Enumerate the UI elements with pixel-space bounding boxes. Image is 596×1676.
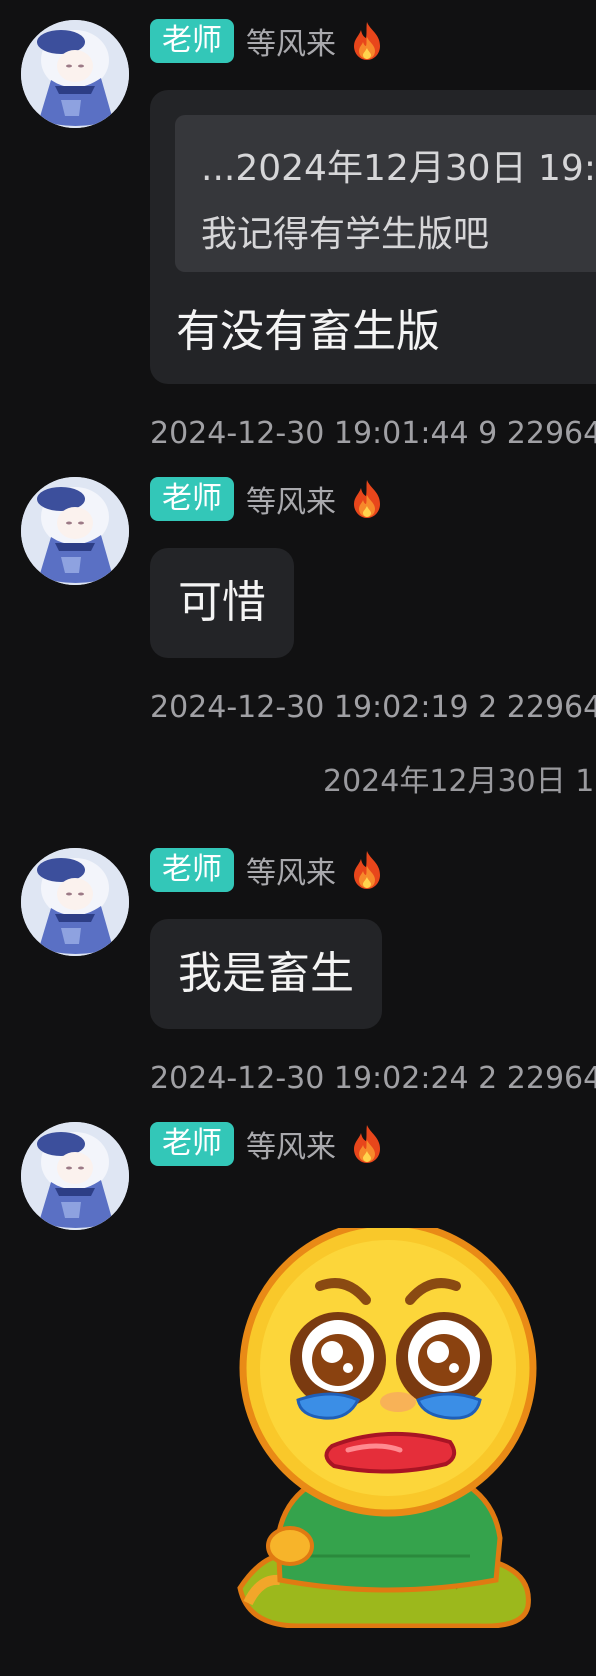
fire-icon [350,479,384,519]
message-text: 可惜 [178,577,266,628]
message-header: 老师 等风来 [150,847,384,893]
message-header: 老师 等风来 [150,1121,384,1167]
avatar-image [21,848,129,956]
quote-header: ...2024年12月30日 19: [201,148,596,189]
sender-name[interactable]: 等风来 [246,19,336,63]
role-badge: 老师 [150,1122,234,1166]
role-badge: 老师 [150,477,234,521]
avatar-image [21,20,129,128]
sender-name[interactable]: 等风来 [246,477,336,521]
quote-text: 我记得有学生版吧 [201,214,490,255]
message-bubble[interactable]: 可惜 [150,548,294,658]
avatar-image [21,477,129,585]
sender-name[interactable]: 等风来 [246,1122,336,1166]
message-header: 老师 等风来 [150,18,384,64]
avatar[interactable] [21,1122,129,1230]
message-bubble[interactable]: 我是畜生 [150,919,382,1029]
avatar[interactable] [21,20,129,128]
avatar[interactable] [21,477,129,585]
fire-icon [350,850,384,890]
avatar-image [21,1122,129,1230]
message-timestamp: 2024-12-30 19:02:19 2 22964 [150,690,596,725]
crying-kneeling-emoji-sticker[interactable] [228,1228,546,1628]
sender-name[interactable]: 等风来 [246,848,336,892]
fire-icon [350,21,384,61]
message-text: 有没有畜生版 [176,306,440,357]
message-timestamp: 2024-12-30 19:01:44 9 22964 [150,416,596,451]
role-badge: 老师 [150,848,234,892]
message-header: 老师 等风来 [150,476,384,522]
quoted-message[interactable]: ...2024年12月30日 19: 我记得有学生版吧 [175,115,596,272]
fire-icon [350,1124,384,1164]
message-timestamp: 2024-12-30 19:02:24 2 22964 [150,1061,596,1096]
role-badge: 老师 [150,19,234,63]
message-text: 我是畜生 [178,948,354,999]
date-divider: 2024年12月30日 1 [323,764,595,799]
avatar[interactable] [21,848,129,956]
